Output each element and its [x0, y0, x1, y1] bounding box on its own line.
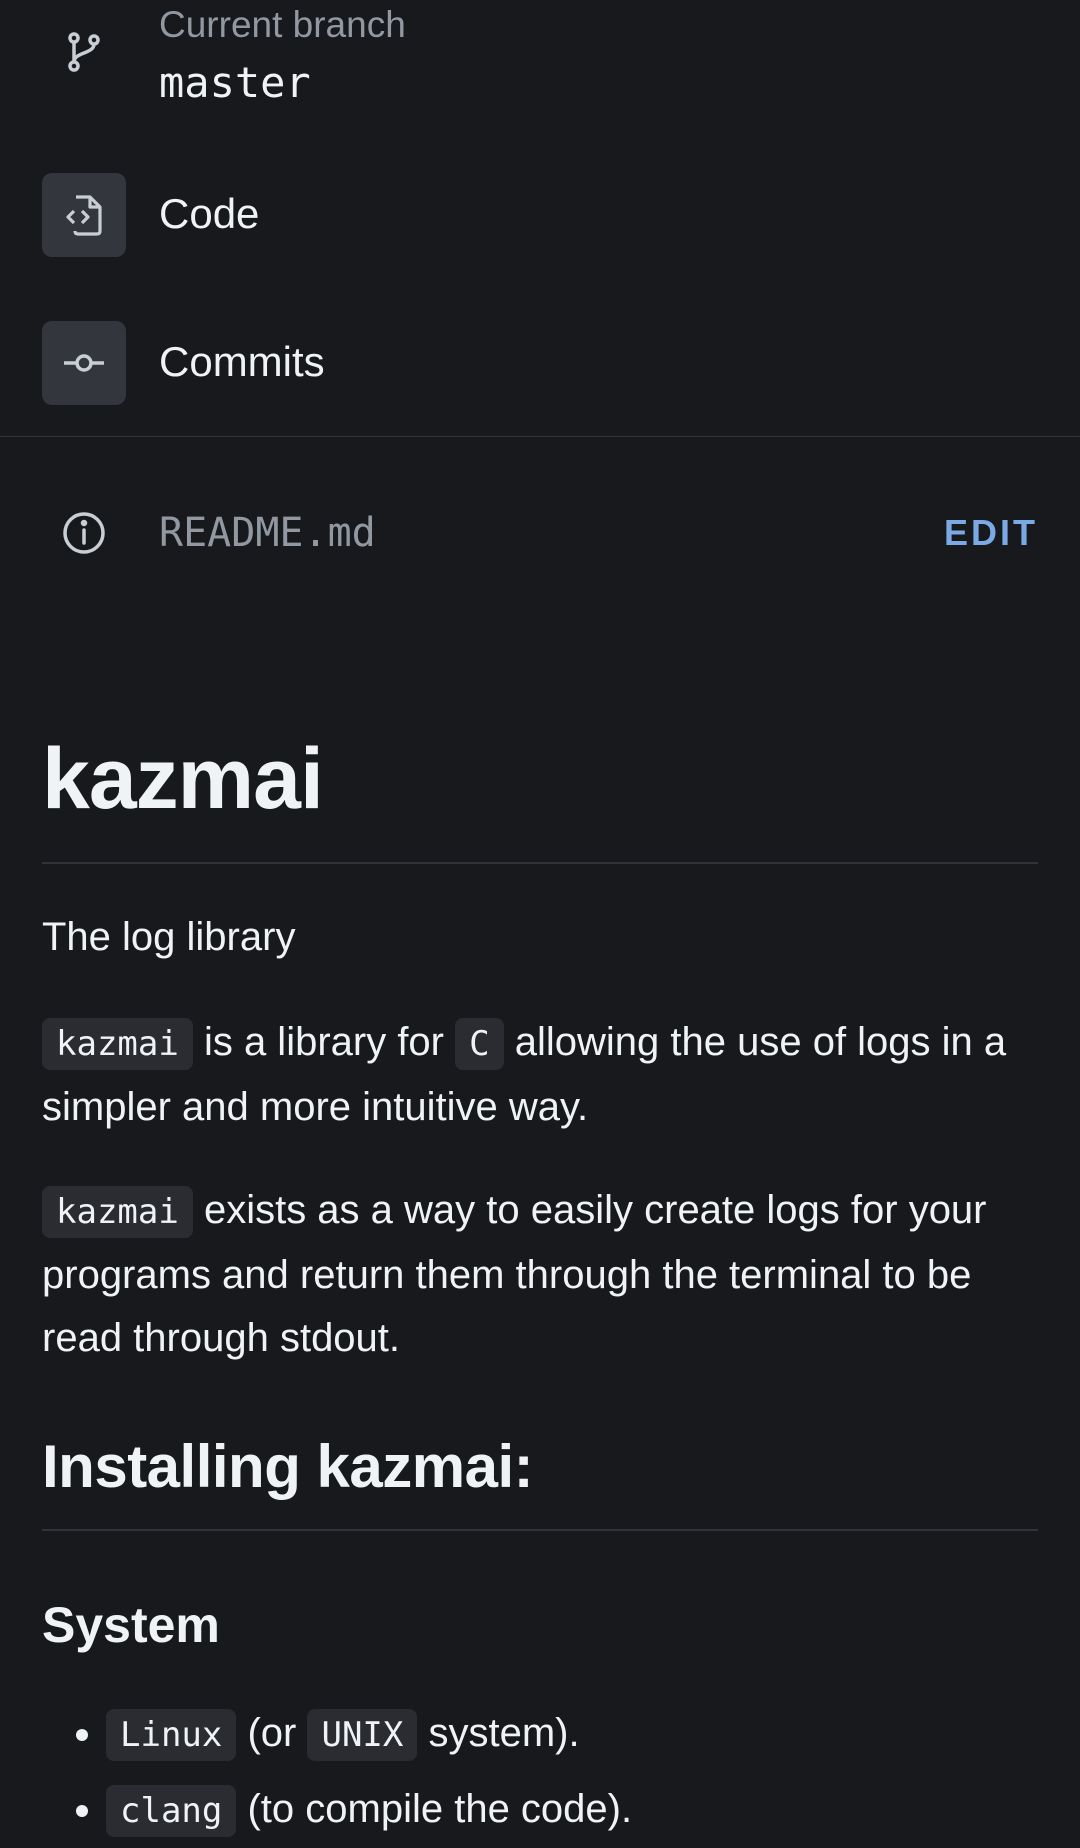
inline-code: Linux: [106, 1709, 237, 1761]
text: system).: [417, 1711, 580, 1755]
list-item: clang (to compile the code).: [106, 1772, 1038, 1848]
inline-code: kazmai: [42, 1018, 193, 1070]
heading-system: System: [42, 1597, 220, 1653]
text: (to compile the code).: [236, 1787, 633, 1831]
text: (or: [236, 1711, 308, 1755]
readme-content: kazmai: [42, 730, 1038, 829]
inline-code: clang: [106, 1785, 237, 1837]
commit-icon: [42, 321, 126, 405]
code-file-icon: [42, 173, 126, 257]
branch-icon: [42, 10, 126, 94]
list-item: Linux (or UNIX system).: [106, 1696, 1038, 1772]
heading-installing: Installing kazmai:: [42, 1433, 534, 1500]
inline-code: UNIX: [307, 1709, 418, 1761]
edit-button[interactable]: EDIT: [944, 512, 1038, 554]
branch-name[interactable]: master: [159, 58, 311, 107]
nav-label-commits: Commits: [159, 338, 325, 385]
inline-code: kazmai: [42, 1186, 193, 1238]
inline-code: C: [455, 1018, 504, 1070]
title-rule: [42, 862, 1038, 864]
info-icon: [42, 491, 126, 575]
nav-label-code: Code: [159, 190, 260, 237]
doc-paragraph-1: kazmai is a library for C allowing the u…: [42, 1011, 1038, 1139]
doc-title: kazmai: [42, 731, 324, 827]
text: is a library for: [192, 1020, 456, 1064]
heading-rule: [42, 1529, 1038, 1531]
doc-paragraph-2: kazmai exists as a way to easily create …: [42, 1179, 1038, 1370]
readme-filename: README.md: [159, 510, 376, 556]
section-divider: [0, 436, 1080, 437]
doc-tagline: The log library: [42, 915, 296, 959]
requirements-list: Linux (or UNIX system). clang (to compil…: [42, 1696, 1038, 1848]
branch-caption: Current branch: [159, 4, 406, 45]
nav-item-code[interactable]: Code: [0, 170, 1080, 260]
nav-item-commits[interactable]: Commits: [0, 318, 1080, 408]
